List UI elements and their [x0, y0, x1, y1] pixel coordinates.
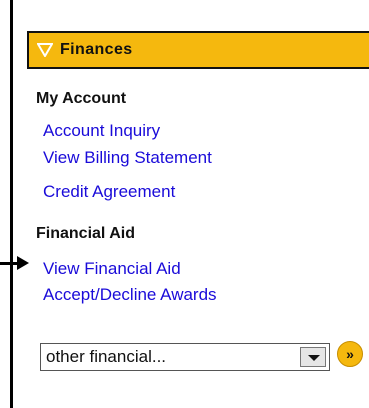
- section-title-my-account: My Account: [36, 90, 127, 107]
- finances-title: Finances: [60, 41, 133, 58]
- link-account-inquiry[interactable]: Account Inquiry: [43, 122, 160, 140]
- pointer-arrow-icon: [17, 256, 29, 270]
- link-view-financial-aid[interactable]: View Financial Aid: [43, 260, 181, 278]
- finances-header[interactable]: Finances: [27, 31, 369, 69]
- other-financial-select[interactable]: other financial...: [40, 343, 330, 371]
- chevron-down-icon[interactable]: [300, 347, 326, 367]
- go-button[interactable]: »: [337, 341, 363, 367]
- select-value: other financial...: [46, 347, 167, 366]
- section-title-financial-aid: Financial Aid: [36, 225, 135, 242]
- pointer-arrow-line: [0, 262, 18, 265]
- link-accept-decline-awards[interactable]: Accept/Decline Awards: [43, 286, 217, 304]
- link-view-billing-statement[interactable]: View Billing Statement: [43, 149, 212, 167]
- left-border-line: [10, 0, 13, 408]
- link-credit-agreement[interactable]: Credit Agreement: [43, 183, 175, 201]
- triangle-down-icon: [37, 43, 53, 57]
